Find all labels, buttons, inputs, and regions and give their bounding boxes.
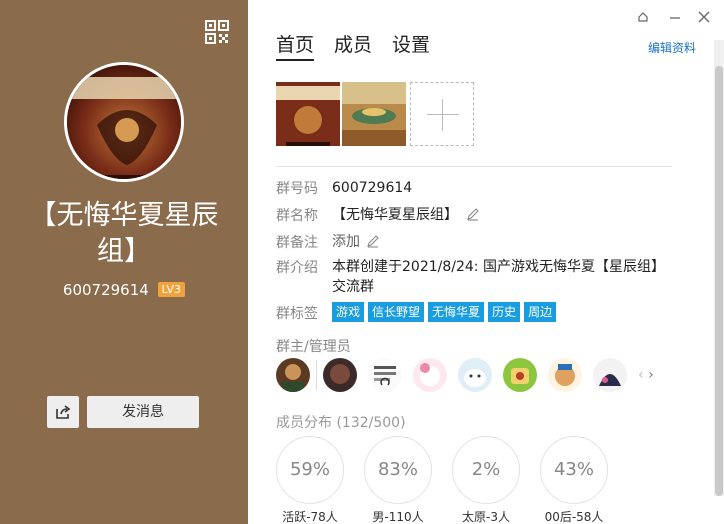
qr-code-icon[interactable] [205,20,229,44]
tab-members[interactable]: 成员 [334,30,372,61]
distribution-item[interactable]: 43% 00后-58人 [540,436,608,524]
tag-item[interactable]: 信长野望 [368,302,425,322]
admin-avatar[interactable] [323,358,357,392]
group-intro-label: 群介绍 [276,260,318,276]
tag-item[interactable]: 周边 [524,302,557,322]
group-name-value: 【无悔华夏星辰组】 [332,205,662,225]
group-profile-panel: 【无悔华夏星辰组】 600729614 LV3 发消息 [0,0,248,524]
edit-pencil-icon[interactable] [466,207,480,221]
share-button[interactable] [47,396,79,428]
group-detail-panel: 首页 成员 设置 编辑资料 群号码 600729614 群名称 【无悔华夏星辰组… [248,0,724,524]
member-distribution-title: 成员分布 (132/500) [276,412,406,432]
minimize-icon[interactable] [668,10,682,24]
chevron-right-icon[interactable]: › [648,367,654,383]
group-name-heading: 【无悔华夏星辰组】 [29,200,219,267]
group-name-label: 群名称 [276,208,318,224]
group-tags-label: 群标签 [276,306,318,322]
close-icon[interactable] [697,10,711,24]
level-badge: LV3 [157,282,186,297]
tag-item[interactable]: 游戏 [332,302,365,322]
tag-item[interactable]: 无悔华夏 [428,302,485,322]
member-count: (132/500) [336,415,406,431]
admin-separator [316,360,317,390]
scrollbar-thumb[interactable] [715,66,723,496]
group-name-text: 【无悔华夏星辰组】 [332,207,458,223]
distribution-caption: 活跃-78人 [282,510,338,524]
group-id: 600729614 [62,281,149,299]
distribution-circles: 59% 活跃-78人 83% 男-110人 2% 太原-3人 43% 00后-5… [276,436,608,524]
distribution-caption: 男-110人 [372,510,424,524]
distribution-item[interactable]: 2% 太原-3人 [452,436,520,524]
edit-pencil-icon[interactable] [366,234,380,248]
admin-avatar[interactable] [593,358,627,392]
admin-avatar[interactable] [548,358,582,392]
add-photo-button[interactable] [410,82,474,146]
pin-icon[interactable] [636,10,650,24]
group-remark-value[interactable]: 添加 [332,232,662,252]
admins-label: 群主/管理员 [276,339,351,355]
admin-avatar[interactable] [368,358,402,392]
distribution-item[interactable]: 59% 活跃-78人 [276,436,344,524]
share-icon [56,405,71,419]
distribution-label: 成员分布 [276,415,332,431]
group-intro-value: 本群创建于2021/8/24: 国产游戏无悔华夏【星辰组】交流群 [332,259,658,295]
group-avatar[interactable] [64,62,184,182]
group-id-value: 600729614 [332,180,413,196]
distribution-caption: 00后-58人 [544,510,604,524]
tag-item[interactable]: 历史 [488,302,521,322]
distribution-percent: 59% [276,436,344,504]
admin-scroll-arrows[interactable]: ‹ › [638,367,654,383]
group-id-label: 群号码 [276,181,318,197]
group-photos [276,82,474,146]
section-divider [276,166,672,167]
group-photo[interactable] [276,82,340,146]
admin-avatar[interactable] [503,358,537,392]
group-remark-label: 群备注 [276,235,318,251]
chevron-left-icon[interactable]: ‹ [638,367,644,383]
edit-profile-link[interactable]: 编辑资料 [648,39,696,56]
admin-list: ‹ › [276,358,654,392]
admin-avatar[interactable] [458,358,492,392]
distribution-percent: 43% [540,436,608,504]
tag-list: 游戏 信长野望 无悔华夏 历史 周边 [332,302,557,322]
distribution-percent: 2% [452,436,520,504]
group-id-row: 600729614 LV3 [0,281,248,299]
remark-add-link[interactable]: 添加 [332,234,360,250]
admin-avatar[interactable] [413,358,447,392]
admin-avatar[interactable] [276,358,310,392]
tab-home[interactable]: 首页 [276,30,315,61]
send-message-button[interactable]: 发消息 [87,396,199,428]
distribution-caption: 太原-3人 [462,510,510,524]
tab-bar: 首页 成员 设置 [276,30,430,61]
distribution-percent: 83% [364,436,432,504]
distribution-item[interactable]: 83% 男-110人 [364,436,432,524]
group-photo[interactable] [342,82,406,146]
tab-settings[interactable]: 设置 [392,30,430,61]
